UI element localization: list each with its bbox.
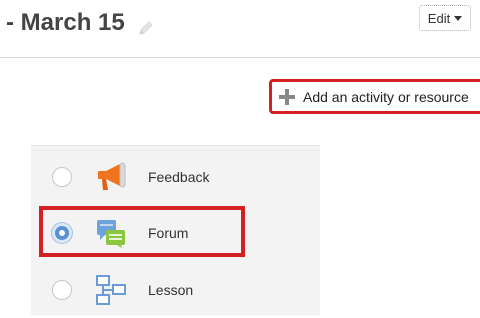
forum-label: Forum: [148, 225, 189, 241]
section-title-text: - March 15: [6, 9, 125, 36]
add-activity-label: Add an activity or resource: [303, 88, 469, 105]
edit-menu-label: Edit: [427, 10, 451, 26]
plus-icon: [279, 88, 295, 105]
activity-option-feedback[interactable]: Feedback: [31, 149, 320, 205]
feedback-radio[interactable]: [52, 167, 72, 187]
section-title: - March 15: [6, 9, 155, 37]
lesson-flowchart-icon: [94, 275, 128, 305]
activity-option-forum[interactable]: Forum: [31, 205, 320, 261]
megaphone-icon: [94, 162, 128, 192]
lesson-label: Lesson: [148, 282, 194, 298]
forum-radio[interactable]: [52, 223, 72, 243]
feedback-label: Feedback: [148, 169, 210, 185]
section-divider: [0, 57, 480, 58]
add-activity-link[interactable]: Add an activity or resource: [269, 79, 480, 114]
caret-down-icon: [454, 15, 463, 21]
forum-speech-bubbles-icon: [94, 218, 128, 248]
activity-chooser-list: Feedback Forum Lesson: [31, 145, 320, 315]
chooser-divider: [31, 145, 320, 146]
activity-option-lesson[interactable]: Lesson: [31, 262, 320, 318]
lesson-radio[interactable]: [52, 280, 72, 300]
pencil-icon[interactable]: [137, 16, 155, 35]
edit-menu-button[interactable]: Edit: [419, 5, 471, 31]
